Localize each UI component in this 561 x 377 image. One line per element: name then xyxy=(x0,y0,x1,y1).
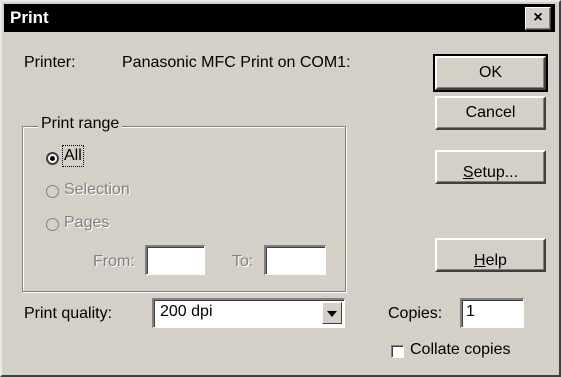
radio-all-label[interactable]: All xyxy=(62,145,84,167)
title-bar[interactable]: Print × xyxy=(4,4,555,32)
cancel-button-label: Cancel xyxy=(465,104,516,121)
close-icon[interactable]: × xyxy=(525,7,551,30)
chevron-down-icon[interactable] xyxy=(322,302,342,324)
from-label: From: xyxy=(93,253,135,270)
help-rest: elp xyxy=(485,252,507,269)
help-mnemonic: H xyxy=(474,252,486,269)
print-quality-select[interactable]: 200 dpi xyxy=(152,298,345,328)
help-button-label: Help xyxy=(474,246,507,269)
print-dialog: Print × Printer: Panasonic MFC Print on … xyxy=(0,0,561,377)
radio-selection[interactable] xyxy=(46,185,59,198)
to-field[interactable] xyxy=(264,245,326,275)
copies-value: 1 xyxy=(466,303,475,320)
printer-name: Panasonic MFC Print on COM1: xyxy=(122,54,351,71)
radio-selection-label[interactable]: Selection xyxy=(64,181,130,199)
setup-rest: etup... xyxy=(473,164,519,181)
radio-pages[interactable] xyxy=(46,218,59,231)
setup-mnemonic: S xyxy=(462,164,474,181)
from-field[interactable] xyxy=(145,245,205,275)
print-quality-label: Print quality: xyxy=(24,305,113,322)
collate-label[interactable]: Collate copies xyxy=(410,341,511,359)
copies-label: Copies: xyxy=(388,305,443,322)
help-button[interactable]: Help xyxy=(435,238,546,272)
radio-all[interactable] xyxy=(46,152,59,165)
to-label: To: xyxy=(232,253,254,270)
copies-field[interactable]: 1 xyxy=(460,298,524,328)
print-range-legend: Print range xyxy=(38,115,123,133)
collate-checkbox[interactable] xyxy=(391,345,404,358)
printer-label: Printer: xyxy=(24,54,76,71)
setup-button[interactable]: Setup... xyxy=(435,150,546,184)
radio-pages-label[interactable]: Pages xyxy=(64,214,109,232)
ok-button-label: OK xyxy=(478,64,503,81)
print-quality-value: 200 dpi xyxy=(160,303,213,320)
dialog-title: Print xyxy=(10,8,49,27)
setup-button-label: Setup... xyxy=(463,158,518,181)
ok-button[interactable]: OK xyxy=(433,54,548,92)
cancel-button[interactable]: Cancel xyxy=(435,96,546,130)
